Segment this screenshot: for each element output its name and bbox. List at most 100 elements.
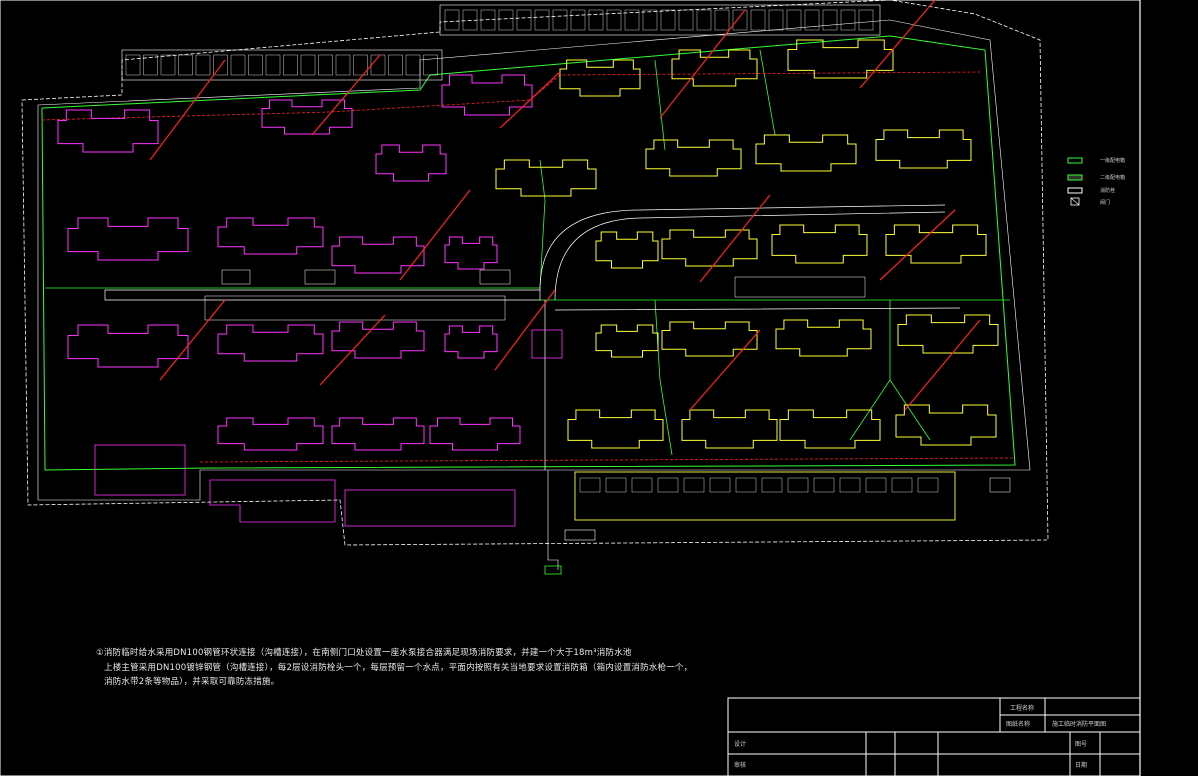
building-magenta-4 (441, 74, 533, 116)
temp-fire-main-south (199, 457, 1016, 463)
shop-cell-1 (579, 477, 601, 493)
office-cell-a3 (160, 54, 176, 76)
building-yellow-5 (645, 139, 742, 177)
gate-house (564, 529, 596, 541)
note-line-2: 上楼主管采用DN100镀锌钢管（沟槽连接），每2层设消防栓头一个，每层预留一个水… (104, 663, 693, 673)
building-magenta-9 (67, 324, 189, 368)
office-cell-a12 (318, 54, 333, 76)
pump-room (531, 329, 563, 359)
building-magenta-2 (261, 99, 353, 135)
title-block-label-a: 设计 (734, 741, 747, 748)
office-cell-b1 (444, 9, 460, 31)
building-yellow-12 (595, 324, 659, 358)
office-cell-b12 (642, 9, 658, 31)
building-yellow-9 (661, 229, 758, 267)
building-magenta-11 (331, 321, 425, 359)
top-office-strip-1 (121, 49, 443, 81)
office-cell-a13 (335, 54, 351, 76)
fire-hydrant-leader-5 (859, 0, 936, 89)
fire-hydrant-leader-12 (689, 329, 761, 411)
office-cell-b20 (786, 9, 802, 31)
building-yellow-16 (567, 409, 664, 449)
drawing-frame (0, 0, 1141, 776)
legend-symbol-3 (1067, 187, 1083, 194)
fire-hydrant-leader-4 (659, 9, 746, 119)
building-yellow-7 (875, 129, 972, 169)
building-yellow-11 (885, 224, 987, 264)
site-plan-drawing (0, 0, 1141, 776)
building-yellow-6 (755, 134, 857, 172)
office-cell-b5 (516, 9, 532, 31)
building-magenta-13 (217, 417, 324, 451)
legend-symbol-2 (1067, 174, 1083, 181)
office-cell-a16 (388, 54, 403, 76)
office-cell-b17 (732, 9, 748, 31)
legend-symbol-4-x (1070, 197, 1080, 206)
title-block-row1: 工程名称 (1010, 705, 1035, 712)
curved-road (539, 204, 961, 470)
office-cell-b16 (714, 9, 730, 31)
building-yellow-15 (897, 314, 999, 354)
site-box-6 (989, 477, 1011, 493)
site-box-2 (304, 269, 336, 285)
office-cell-a4 (178, 54, 193, 76)
fire-hydrant-leader-13 (904, 319, 981, 411)
office-cell-a17 (405, 54, 421, 76)
temp-fire-main (41, 71, 981, 121)
fire-hydrant-leader-10 (319, 314, 386, 386)
office-cell-b7 (552, 9, 568, 31)
office-cell-b23 (840, 9, 856, 31)
title-block-label-d: 日期 (1075, 762, 1088, 769)
building-yellow-17 (681, 409, 778, 449)
site-box-4 (204, 295, 506, 321)
building-magenta-10 (217, 324, 324, 362)
office-cell-b8 (570, 9, 586, 31)
office-cell-a8 (248, 54, 263, 76)
fire-hydrant-leader-3 (499, 71, 561, 129)
building-yellow-8 (595, 231, 659, 269)
fire-hydrant-leader-9 (159, 299, 226, 381)
title-block-label-b: 审核 (734, 762, 747, 769)
building-magenta-1 (57, 109, 159, 153)
fire-pipe-branch-d (759, 49, 776, 136)
title-block-drawing-name: 施工临时消防平面图 (1052, 721, 1107, 728)
fire-pipe-branch-f (849, 300, 891, 441)
legend-label-2: 二级配电箱 (1100, 175, 1126, 181)
site-box-1 (221, 269, 251, 285)
shop-cell-13 (891, 477, 913, 493)
office-cell-b19 (768, 9, 784, 31)
legend-symbol-1 (1067, 157, 1083, 164)
shop-cell-8 (761, 477, 783, 493)
fire-hydrant-leader-6 (399, 189, 471, 281)
building-yellow-3 (787, 39, 894, 79)
site-box-3 (479, 269, 511, 285)
shop-cell-14 (917, 477, 939, 493)
building-magenta-3 (375, 144, 447, 182)
building-yellow-18 (779, 409, 881, 449)
fire-pipe-branch-c (654, 59, 666, 151)
shop-cell-6 (709, 477, 731, 493)
building-magenta-6 (217, 217, 324, 255)
main-road (104, 289, 541, 301)
facility-block-1 (94, 444, 186, 496)
building-yellow-10 (771, 224, 868, 264)
office-cell-b15 (696, 9, 712, 31)
office-cell-b18 (750, 9, 766, 31)
title-block-label-c: 图号 (1075, 741, 1088, 748)
shop-cell-7 (735, 477, 757, 493)
office-cell-b6 (534, 9, 550, 31)
building-magenta-8 (444, 236, 498, 270)
building-yellow-4 (495, 159, 597, 197)
office-cell-a1 (125, 54, 141, 76)
construction-fence (37, 19, 1031, 501)
office-cell-b24 (858, 9, 874, 31)
building-yellow-2 (671, 49, 758, 87)
office-cell-a5 (195, 54, 211, 76)
shop-cell-3 (631, 477, 653, 493)
top-office-strip-2 (439, 4, 881, 36)
shop-cell-9 (787, 477, 809, 493)
facility-block-3 (344, 489, 516, 527)
office-cell-b14 (678, 9, 694, 31)
pump-adapter (544, 565, 562, 575)
site-box-5 (734, 276, 866, 298)
